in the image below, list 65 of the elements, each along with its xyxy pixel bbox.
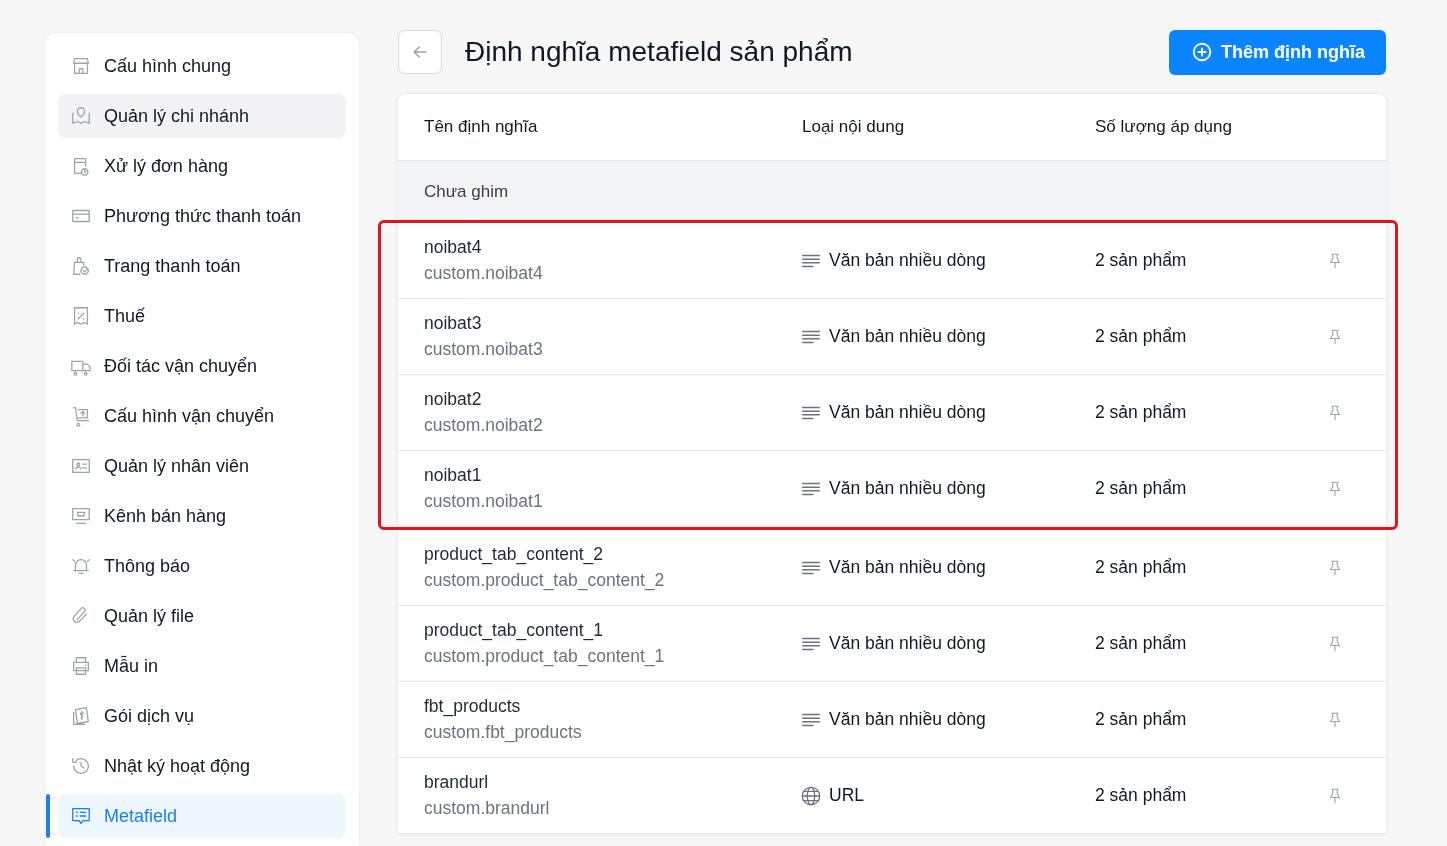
sidebar-item[interactable]: Gói dịch vụ [58,694,346,738]
content-type: Văn bản nhiều dòng [829,478,986,499]
applied-count: 2 sản phẩm [1095,250,1188,271]
add-definition-button[interactable]: Thêm định nghĩa [1169,29,1386,75]
sidebar-item[interactable]: Quản lý chi nhánh [58,94,346,138]
definition-name: noibat2 [424,389,483,410]
sidebar-item[interactable]: Mẫu in [58,644,346,688]
menu-item-icon [70,405,92,427]
definition-key: custom.product_tab_content_2 [424,570,802,591]
sidebar-item[interactable]: Quản lý nhân viên [58,444,346,488]
column-header: Tên định nghĩa [424,117,539,137]
definition-key: custom.noibat3 [424,339,802,360]
applied-count: 2 sản phẩm [1095,633,1188,654]
sidebar-item[interactable]: Nhật ký hoạt động [58,744,346,788]
definition-key: custom.fbt_products [424,722,802,743]
menu-item-icon [70,655,92,677]
definition-key: custom.noibat1 [424,491,802,512]
sidebar-item[interactable]: Xử lý đơn hàng [58,144,346,188]
menu-item-icon [70,705,92,727]
menu-item-icon [70,805,92,827]
column-header: Số lượng áp dụng [1095,117,1233,137]
sidebar-item[interactable]: Đối tác vận chuyển [58,344,346,388]
content-type: Văn bản nhiều dòng [829,326,986,347]
definition-name: noibat4 [424,237,483,258]
column-header: Loại nội dung [802,117,906,137]
sidebar-item[interactable]: Quản lý file [58,594,346,638]
menu-item-icon [70,105,92,127]
menu-item-icon [70,55,92,77]
menu-item-icon [70,505,92,527]
applied-count: 2 sản phẩm [1095,326,1188,347]
sidebar-item[interactable]: Cấu hình chung [58,44,346,88]
back-button[interactable] [398,30,442,74]
definition-name: noibat1 [424,465,483,486]
definition-key: custom.brandurl [424,798,802,819]
definition-name: product_tab_content_1 [424,620,605,641]
group-label: Chưa ghim [424,181,509,202]
sidebar-item[interactable]: Kênh bán hàng [58,494,346,538]
applied-count: 2 sản phẩm [1095,557,1188,578]
sidebar-item[interactable]: Cấu hình vận chuyển [58,394,346,438]
globe-icon [800,784,822,807]
content-type: Văn bản nhiều dòng [829,402,986,423]
definition-name: product_tab_content_2 [424,544,605,565]
content-type: Văn bản nhiều dòng [829,633,986,654]
content-type: Văn bản nhiều dòng [829,709,986,730]
sidebar-item[interactable]: Phương thức thanh toán [58,194,346,238]
applied-count: 2 sản phẩm [1095,478,1188,499]
definition-key: custom.noibat4 [424,263,802,284]
sidebar-item[interactable]: Thuế [58,294,346,338]
definition-key: custom.product_tab_content_1 [424,646,802,667]
page-title: Định nghĩa metafield sản phẩm [465,36,854,68]
definition-name: brandurl [424,772,490,793]
content-type: Văn bản nhiều dòng [829,250,986,271]
definition-key: custom.noibat2 [424,415,802,436]
applied-count: 2 sản phẩm [1095,402,1188,423]
menu-item-icon [70,255,92,277]
sidebar-item[interactable]: Thông báo [58,544,346,588]
content-type: URL [829,785,864,806]
menu-item-icon [70,755,92,777]
applied-count: 2 sản phẩm [1095,785,1188,806]
definition-name: fbt_products [424,696,522,717]
applied-count: 2 sản phẩm [1095,709,1188,730]
sidebar-item[interactable]: Trang thanh toán [58,244,346,288]
definition-name: noibat3 [424,313,483,334]
plus-circle-icon [1191,41,1213,63]
content-type: Văn bản nhiều dòng [829,557,986,578]
